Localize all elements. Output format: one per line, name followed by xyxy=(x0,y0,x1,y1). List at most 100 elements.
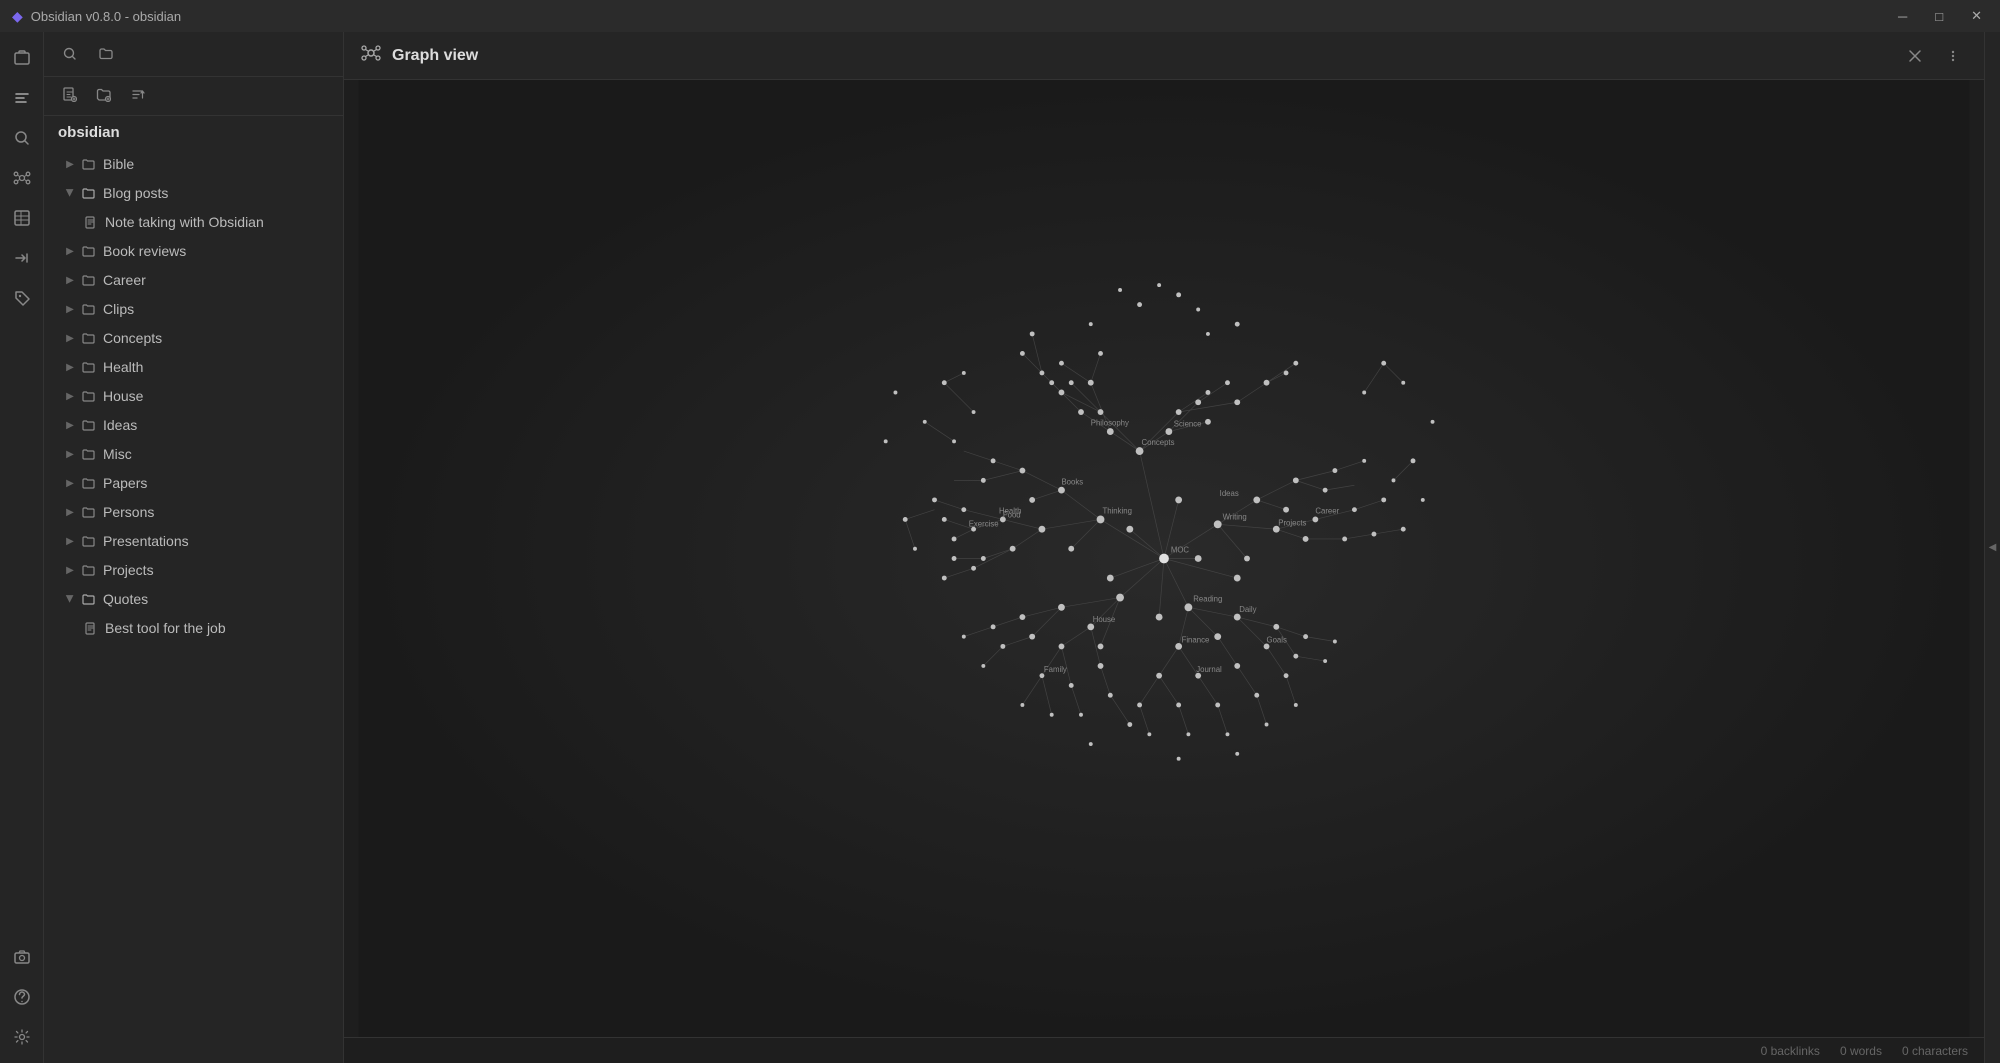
sidebar-item-label: Book reviews xyxy=(103,243,186,259)
chevron-icon: ▶ xyxy=(62,330,78,346)
new-folder-button[interactable] xyxy=(90,81,116,107)
sidebar-item-clips[interactable]: ▶ Clips xyxy=(48,295,339,323)
characters-status: 0 characters xyxy=(1902,1044,1968,1058)
sidebar-item-label: Note taking with Obsidian xyxy=(105,214,264,230)
titlebar-left: ◆ Obsidian v0.8.0 - obsidian xyxy=(12,8,181,25)
node-label: Reading xyxy=(1193,594,1222,603)
folder-icon xyxy=(82,158,95,171)
close-button[interactable]: ✕ xyxy=(1965,6,1988,26)
maximize-button[interactable]: □ xyxy=(1929,6,1949,26)
sidebar-item-career[interactable]: ▶ Career xyxy=(48,266,339,294)
backlinks-button[interactable] xyxy=(4,240,40,276)
node-label: Thinking xyxy=(1102,507,1131,516)
node-label: Science xyxy=(1174,420,1202,429)
sidebar-search-icon xyxy=(62,46,78,62)
app-icon: ◆ xyxy=(12,8,23,25)
node-label: Philosophy xyxy=(1091,419,1129,428)
sidebar-item-health[interactable]: ▶ Health xyxy=(48,353,339,381)
folder-open-icon xyxy=(82,187,95,200)
chevron-icon: ▶ xyxy=(62,475,78,491)
words-status: 0 words xyxy=(1840,1044,1882,1058)
new-folder-icon xyxy=(96,87,111,102)
status-bar: 0 backlinks 0 words 0 characters xyxy=(344,1037,1984,1063)
titlebar-controls[interactable]: ─ □ ✕ xyxy=(1892,6,1988,26)
sidebar-folder-button[interactable] xyxy=(92,40,120,68)
chevron-icon: ▶ xyxy=(62,591,78,607)
graph-view-title: Graph view xyxy=(392,47,478,65)
graph-view-ribbon-button[interactable] xyxy=(4,160,40,196)
sidebar-item-best-tool[interactable]: Best tool for the job xyxy=(48,614,339,642)
open-vault-button[interactable] xyxy=(4,40,40,76)
folder-icon xyxy=(82,506,95,519)
sidebar-item-persons[interactable]: ▶ Persons xyxy=(48,498,339,526)
new-note-button[interactable] xyxy=(56,81,82,107)
graph-svg: MOC Thinking Writing Reading Books Ideas… xyxy=(344,80,1984,1037)
sidebar-item-presentations[interactable]: ▶ Presentations xyxy=(48,527,339,555)
sidebar-search-button[interactable] xyxy=(56,40,84,68)
sidebar-item-house[interactable]: ▶ House xyxy=(48,382,339,410)
sidebar-item-concepts[interactable]: ▶ Concepts xyxy=(48,324,339,352)
chevron-icon: ▶ xyxy=(62,243,78,259)
chevron-icon: ▶ xyxy=(62,388,78,404)
tag-pane-button[interactable] xyxy=(4,280,40,316)
sidebar-item-ideas[interactable]: ▶ Ideas xyxy=(48,411,339,439)
sidebar-item-misc[interactable]: ▶ Misc xyxy=(48,440,339,468)
sidebar-item-label: Quotes xyxy=(103,591,148,607)
sidebar-item-blog-posts[interactable]: ▶ Blog posts xyxy=(48,179,339,207)
search-button[interactable] xyxy=(4,120,40,156)
node-label: Journal xyxy=(1196,665,1222,674)
file-explorer-icon xyxy=(13,89,31,107)
folder-icon xyxy=(82,274,95,287)
camera-button[interactable] xyxy=(4,939,40,975)
folder-icon xyxy=(82,535,95,548)
sidebar-item-projects[interactable]: ▶ Projects xyxy=(48,556,339,584)
chevron-icon: ▶ xyxy=(62,446,78,462)
sidebar-item-quotes[interactable]: ▶ Quotes xyxy=(48,585,339,613)
more-icon xyxy=(1945,48,1961,64)
sidebar-item-label: Health xyxy=(103,359,143,375)
sidebar-item-bible[interactable]: ▶ Bible xyxy=(48,150,339,178)
sort-button[interactable] xyxy=(124,81,150,107)
node-label: Food xyxy=(1003,510,1021,519)
sidebar-item-book-reviews[interactable]: ▶ Book reviews xyxy=(48,237,339,265)
node-label: Finance xyxy=(1182,635,1210,644)
close-icon xyxy=(1907,48,1923,64)
node-label: Goals xyxy=(1267,635,1287,644)
tables-button[interactable] xyxy=(4,200,40,236)
chevron-icon: ▶ xyxy=(62,417,78,433)
folder-icon xyxy=(82,419,95,432)
chevron-icon: ▶ xyxy=(62,504,78,520)
sidebar-item-papers[interactable]: ▶ Papers xyxy=(48,469,339,497)
graph-close-button[interactable] xyxy=(1900,41,1930,71)
chevron-icon: ▶ xyxy=(62,156,78,172)
sort-icon xyxy=(130,87,145,102)
graph-icon xyxy=(13,169,31,187)
help-button[interactable] xyxy=(4,979,40,1015)
sidebar-item-label: Papers xyxy=(103,475,147,491)
folder-icon xyxy=(82,477,95,490)
sidebar-item-label: Misc xyxy=(103,446,132,462)
right-panel-toggle[interactable]: ◀ xyxy=(1984,32,2000,1063)
chevron-icon: ▶ xyxy=(62,533,78,549)
tables-icon xyxy=(13,209,31,227)
sidebar-item-label: Persons xyxy=(103,504,154,520)
sidebar-item-label: Bible xyxy=(103,156,134,172)
graph-view-icon xyxy=(360,42,382,69)
settings-button[interactable] xyxy=(4,1019,40,1055)
file-tree: ▶ Bible ▶ Blog posts Note taking with Ob… xyxy=(44,145,343,1063)
node-label: Projects xyxy=(1278,518,1306,527)
graph-more-button[interactable] xyxy=(1938,41,1968,71)
chevron-icon: ▶ xyxy=(62,562,78,578)
graph-header-left: Graph view xyxy=(360,42,478,69)
graph-canvas[interactable]: MOC Thinking Writing Reading Books Ideas… xyxy=(344,80,1984,1037)
file-explorer-button[interactable] xyxy=(4,80,40,116)
sidebar-item-note-taking[interactable]: Note taking with Obsidian xyxy=(48,208,339,236)
app-body: obsidian ▶ Bible ▶ Blog posts Note takin… xyxy=(0,32,2000,1063)
node-label: Books xyxy=(1061,477,1083,486)
folder-icon xyxy=(82,303,95,316)
new-note-icon xyxy=(62,87,77,102)
minimize-button[interactable]: ─ xyxy=(1892,6,1913,26)
sidebar-item-label: Career xyxy=(103,272,146,288)
chevron-icon: ▶ xyxy=(62,185,78,201)
node-label: Concepts xyxy=(1142,438,1175,447)
